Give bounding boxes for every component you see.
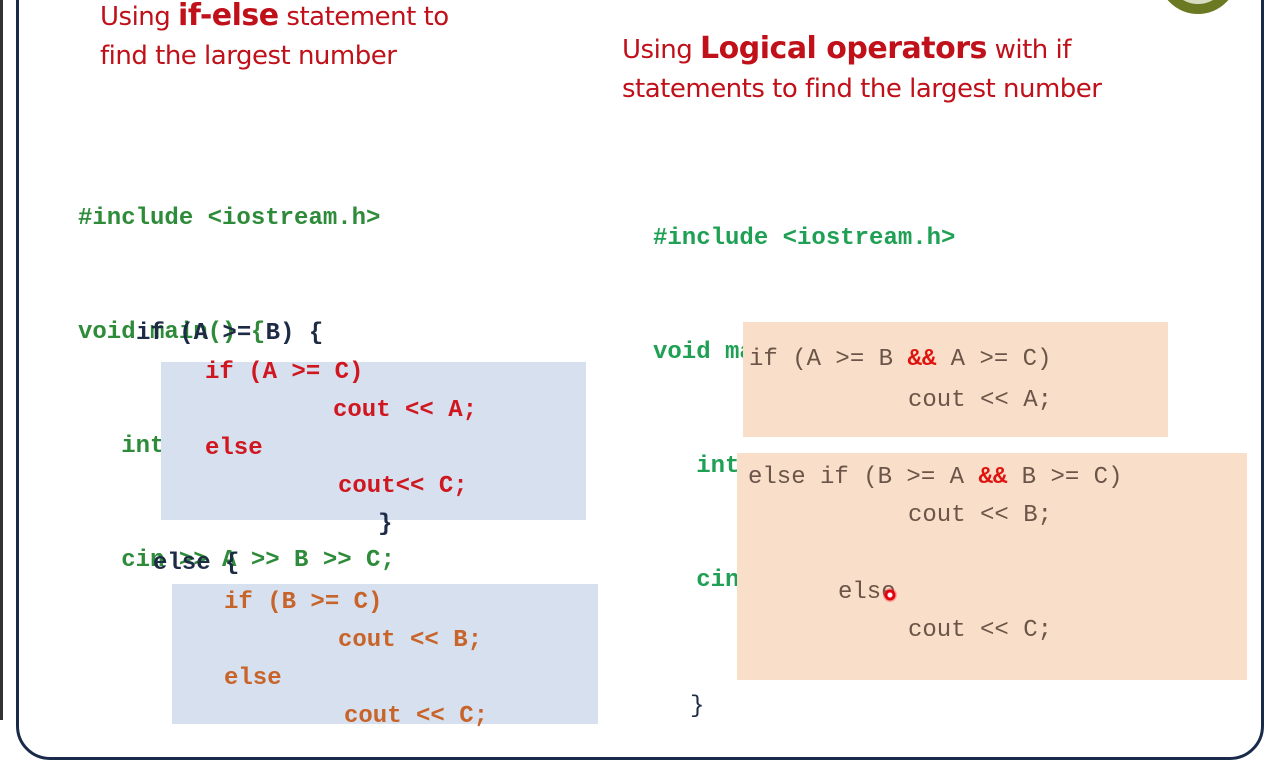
left-cout-a: cout << A; xyxy=(333,397,478,424)
left-inner-if-2: if (B >= C) xyxy=(224,589,383,616)
left-inner-if-1: if (A >= C) xyxy=(205,359,364,386)
and-operator: && xyxy=(978,464,1008,491)
left-closing-brace: } xyxy=(378,511,393,538)
left-inner-else-1: else xyxy=(205,435,263,462)
left-inner-else-2: else xyxy=(224,665,282,692)
right-title-keyword: Logical operators xyxy=(700,31,987,66)
window-edge xyxy=(0,0,3,720)
and-operator: && xyxy=(907,346,937,373)
right-cout-a: cout << A; xyxy=(908,387,1053,414)
right-cout-b: cout << B; xyxy=(908,502,1053,529)
left-title-keyword: if-else xyxy=(178,0,279,33)
right-title: Using Logical operators with if statemen… xyxy=(622,31,1102,104)
right-else-if-condition: else if (B >= A && B >= C) xyxy=(748,464,1123,491)
right-closing-brace: } xyxy=(690,693,705,720)
pointer-cursor-icon xyxy=(883,588,897,602)
left-outer-if: if (A >= B) { xyxy=(136,320,324,347)
left-outer-else: else { xyxy=(153,550,240,577)
left-cout-b: cout << B; xyxy=(338,627,483,654)
right-cout-c: cout << C; xyxy=(908,617,1053,644)
left-cout-c-1: cout<< C; xyxy=(338,473,468,500)
left-cout-c-2: cout << C; xyxy=(344,703,489,730)
left-title: Using if-else statement to find the larg… xyxy=(100,0,449,71)
right-if-condition: if (A >= B && A >= C) xyxy=(749,346,1052,373)
